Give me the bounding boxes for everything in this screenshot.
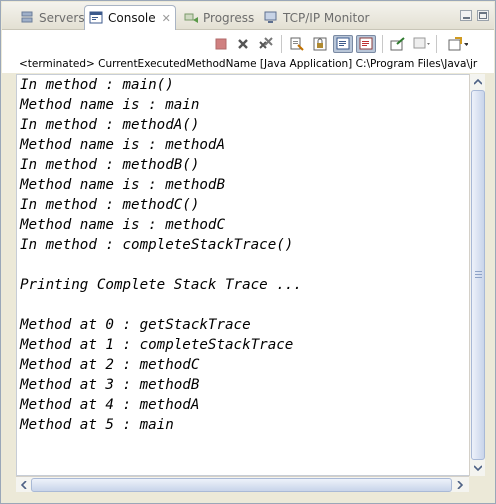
console-line: In method : methodA(): [20, 117, 200, 133]
console-line: In method : methodC(): [20, 197, 200, 213]
clear-console-icon[interactable]: [287, 35, 307, 53]
scroll-right-icon[interactable]: [453, 478, 467, 492]
console-toolbar: [2, 30, 494, 57]
console-line: Method at 0 : getStackTrace: [20, 317, 251, 333]
close-icon[interactable]: ✕: [162, 12, 171, 25]
remove-all-terminated-icon[interactable]: [256, 35, 276, 53]
console-line: In method : main(): [20, 77, 174, 93]
tab-progress[interactable]: Progress: [180, 6, 258, 30]
tab-label: Progress: [203, 11, 255, 25]
scroll-down-icon[interactable]: [471, 461, 485, 475]
display-selected-console-icon[interactable]: [412, 35, 432, 53]
terminate-icon[interactable]: [211, 35, 231, 53]
horizontal-scrollbar[interactable]: [16, 476, 469, 492]
tab-console[interactable]: Console ✕: [84, 5, 176, 30]
remove-launch-icon[interactable]: [233, 35, 253, 53]
tab-tcpip-monitor[interactable]: TCP/IP Monitor: [260, 6, 374, 30]
pin-console-icon[interactable]: [388, 35, 408, 53]
console-line: In method : completeStackTrace(): [20, 237, 294, 253]
console-line: Printing Complete Stack Trace ...: [20, 277, 302, 293]
minimize-icon[interactable]: [460, 10, 472, 21]
toolbar-separator: [281, 35, 282, 53]
tab-label: TCP/IP Monitor: [283, 11, 370, 25]
tab-label: Servers: [39, 11, 85, 25]
show-on-stderr-icon[interactable]: [356, 35, 376, 53]
process-status-line: <terminated> CurrentExecutedMethodName […: [2, 57, 494, 73]
console-line: Method at 4 : methodA: [20, 397, 200, 413]
servers-icon: [20, 11, 35, 25]
vertical-scrollbar[interactable]: [469, 74, 485, 476]
scroll-left-icon[interactable]: [17, 478, 31, 492]
console-view: Servers Console ✕ Progress TCP/IP Monito…: [0, 0, 496, 504]
console-line: In method : methodB(): [20, 157, 200, 173]
tcpip-monitor-icon: [264, 11, 279, 25]
scroll-lock-icon[interactable]: [310, 35, 330, 53]
toolbar-separator: [436, 35, 437, 53]
scrollbar-corner: [469, 476, 485, 492]
console-line: Method at 5 : main: [20, 417, 174, 433]
console-line: Method at 3 : methodB: [20, 377, 200, 393]
tab-servers[interactable]: Servers: [16, 6, 89, 30]
console-line: Method name is : methodB: [20, 177, 225, 193]
maximize-icon[interactable]: [477, 10, 489, 21]
tab-label: Console: [108, 11, 156, 25]
console-line: Method name is : methodC: [20, 217, 225, 233]
scroll-up-icon[interactable]: [471, 75, 485, 89]
console-line: Method name is : main: [20, 97, 200, 113]
vertical-scroll-thumb[interactable]: [471, 90, 485, 460]
console-icon: [89, 11, 104, 25]
console-lines: In method : main() Method name is : main I…: [17, 75, 469, 435]
console-line: Method at 1 : completeStackTrace: [20, 337, 294, 353]
console-line: Method at 2 : methodC: [20, 357, 200, 373]
console-line: Method name is : methodA: [20, 137, 225, 153]
progress-icon: [184, 11, 199, 25]
show-on-stdout-icon[interactable]: [333, 35, 353, 53]
horizontal-scroll-thumb[interactable]: [31, 478, 452, 492]
console-output[interactable]: In method : main() Method name is : main I…: [16, 74, 469, 476]
view-tab-bar: Servers Console ✕ Progress TCP/IP Monito…: [2, 2, 494, 30]
open-console-icon[interactable]: [448, 35, 468, 53]
toolbar-separator: [382, 35, 383, 53]
